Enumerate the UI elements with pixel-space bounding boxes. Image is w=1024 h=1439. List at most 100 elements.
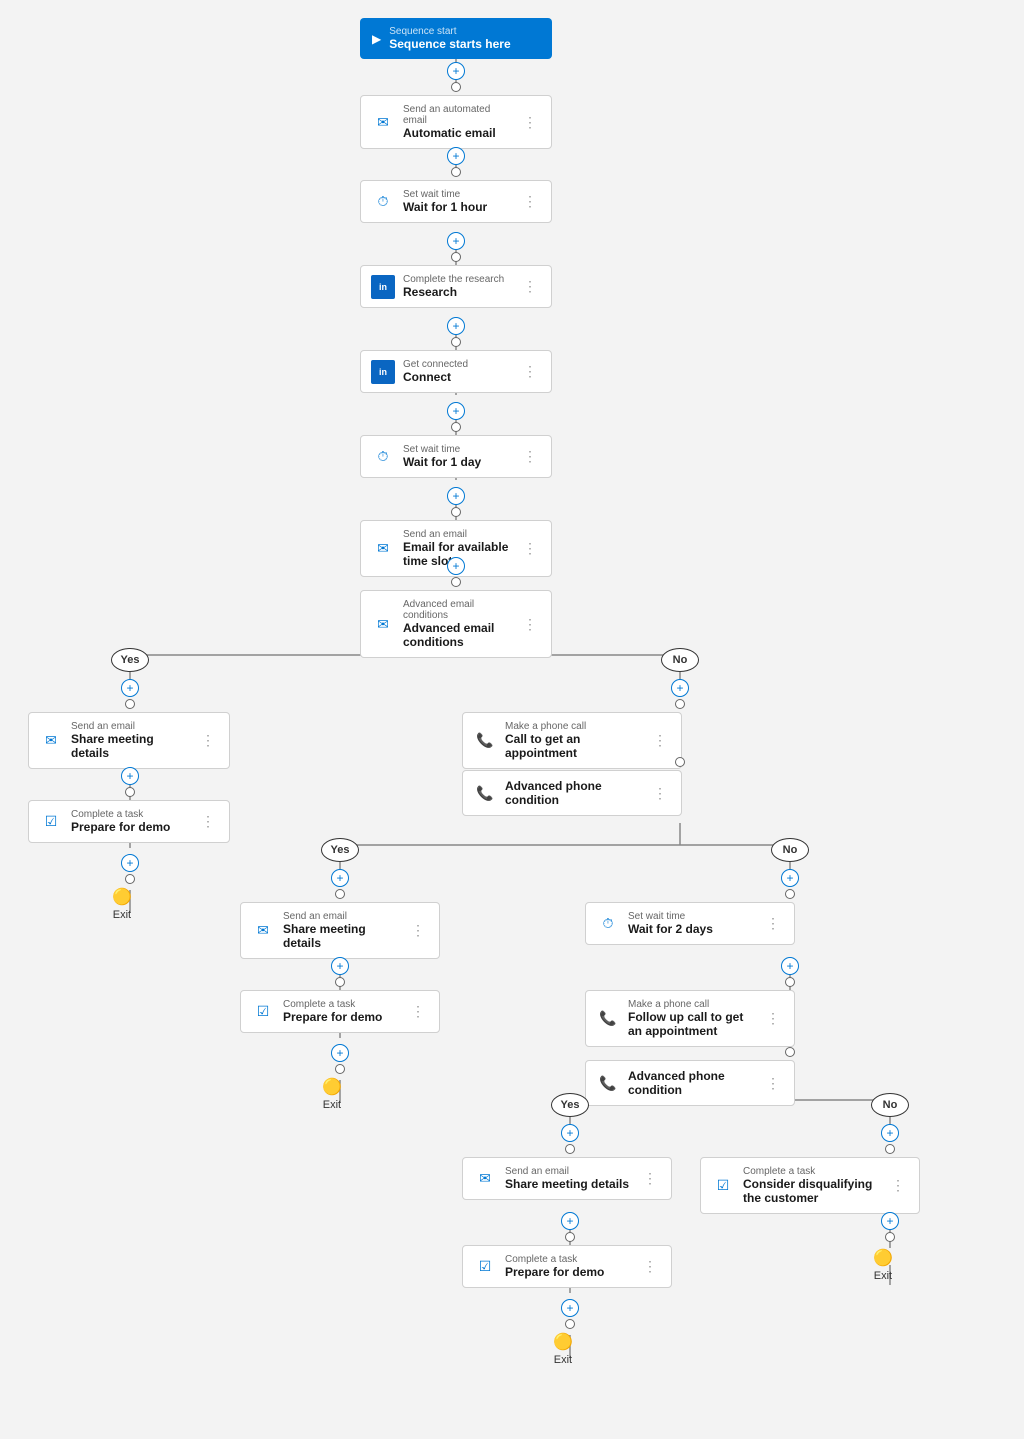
adv-phone-cond2-node: 📞 Advanced phone condition ⋮: [585, 1060, 795, 1106]
share-meeting-bottom-title: Share meeting details: [505, 1177, 631, 1191]
add-button-no-bottom[interactable]: +: [881, 1124, 899, 1142]
disqualify-menu[interactable]: ⋮: [887, 1175, 909, 1196]
add-button-4[interactable]: +: [447, 317, 465, 335]
share-meeting-bottom-label: Send an email: [505, 1166, 631, 1177]
exit-mid-node: 🟡 Exit: [322, 1077, 342, 1111]
adv-email-label: Advanced email conditions: [403, 599, 511, 621]
prepare-demo-left-node: ☑ Complete a task Prepare for demo ⋮: [28, 800, 230, 843]
wait-icon-2: ⏱: [371, 445, 395, 469]
connect-menu[interactable]: ⋮: [519, 361, 541, 382]
add-button-yes-left[interactable]: +: [121, 679, 139, 697]
add-button-yes-bottom[interactable]: +: [561, 1124, 579, 1142]
prepare-demo-mid-title: Prepare for demo: [283, 1010, 399, 1024]
wait-2d-title: Wait for 2 days: [628, 922, 754, 936]
add-button-exit-mid[interactable]: +: [331, 1044, 349, 1062]
circle-no-right: [675, 699, 685, 709]
share-meeting-mid-label: Send an email: [283, 911, 399, 922]
circle-yes-bottom-2: [565, 1232, 575, 1242]
share-meeting-left-node: ✉ Send an email Share meeting details ⋮: [28, 712, 230, 769]
share-meeting-mid-content: Send an email Share meeting details: [283, 911, 399, 950]
share-meeting-left-menu[interactable]: ⋮: [197, 730, 219, 751]
add-button-7[interactable]: +: [447, 557, 465, 575]
prepare-demo-bottom-title: Prepare for demo: [505, 1265, 631, 1279]
add-button-no-mid-2[interactable]: +: [781, 957, 799, 975]
add-button-exit-bottom-left[interactable]: +: [561, 1299, 579, 1317]
circle-yes-mid: [335, 889, 345, 899]
auto-email-menu[interactable]: ⋮: [519, 112, 541, 133]
circle-call-appt: [675, 757, 685, 767]
wait-2d-label: Set wait time: [628, 911, 754, 922]
call-appt-content: Make a phone call Call to get an appoint…: [505, 721, 641, 760]
add-button-5[interactable]: +: [447, 402, 465, 420]
prepare-demo-mid-content: Complete a task Prepare for demo: [283, 999, 399, 1024]
add-button-1[interactable]: +: [447, 62, 465, 80]
share-meeting-left-label: Send an email: [71, 721, 189, 732]
circle-yes-left: [125, 699, 135, 709]
exit-left-node: 🟡 Exit: [112, 887, 132, 921]
phone-icon-1: 📞: [473, 729, 497, 753]
add-button-exit-left[interactable]: +: [121, 854, 139, 872]
research-menu[interactable]: ⋮: [519, 276, 541, 297]
circle-no-mid: [785, 889, 795, 899]
disqualify-title: Consider disqualifying the customer: [743, 1177, 879, 1205]
add-button-yes-mid-2[interactable]: +: [331, 957, 349, 975]
prepare-demo-mid-label: Complete a task: [283, 999, 399, 1010]
adv-email-menu[interactable]: ⋮: [519, 614, 541, 635]
email-timeslots-menu[interactable]: ⋮: [519, 538, 541, 559]
wait-1h-node: ⏱ Set wait time Wait for 1 hour ⋮: [360, 180, 552, 223]
prepare-demo-bottom-label: Complete a task: [505, 1254, 631, 1265]
linkedin-icon-1: in: [371, 275, 395, 299]
circle-4: [451, 337, 461, 347]
disqualify-node: ☑ Complete a task Consider disqualifying…: [700, 1157, 920, 1214]
connect-title: Connect: [403, 370, 511, 384]
share-meeting-left-title: Share meeting details: [71, 732, 189, 760]
adv-phone-cond1-menu[interactable]: ⋮: [649, 783, 671, 804]
prepare-demo-mid-node: ☑ Complete a task Prepare for demo ⋮: [240, 990, 440, 1033]
circle-no-bottom-2: [885, 1232, 895, 1242]
research-node: in Complete the research Research ⋮: [360, 265, 552, 308]
followup-call-content: Make a phone call Follow up call to get …: [628, 999, 754, 1038]
wait-1h-menu[interactable]: ⋮: [519, 191, 541, 212]
call-appt-label: Make a phone call: [505, 721, 641, 732]
sequence-start-node: ▶ Sequence start Sequence starts here: [360, 18, 552, 59]
share-meeting-bottom-menu[interactable]: ⋮: [639, 1168, 661, 1189]
circle-exit-mid: [335, 1064, 345, 1074]
flow-canvas: ▶ Sequence start Sequence starts here + …: [0, 0, 1024, 1439]
no-oval-right: No: [661, 648, 699, 672]
add-button-yes-left-2[interactable]: +: [121, 767, 139, 785]
adv-phone-cond2-menu[interactable]: ⋮: [762, 1073, 784, 1094]
add-button-no-right[interactable]: +: [671, 679, 689, 697]
research-content: Complete the research Research: [403, 274, 511, 299]
prepare-demo-left-label: Complete a task: [71, 809, 189, 820]
call-appt-menu[interactable]: ⋮: [649, 730, 671, 751]
add-button-no-mid[interactable]: +: [781, 869, 799, 887]
call-appt-node: 📞 Make a phone call Call to get an appoi…: [462, 712, 682, 769]
wait-2d-menu[interactable]: ⋮: [762, 913, 784, 934]
add-button-6[interactable]: +: [447, 487, 465, 505]
followup-call-menu[interactable]: ⋮: [762, 1008, 784, 1029]
prepare-demo-left-menu[interactable]: ⋮: [197, 811, 219, 832]
share-meeting-mid-menu[interactable]: ⋮: [407, 920, 429, 941]
adv-phone-cond2-title: Advanced phone condition: [628, 1069, 754, 1097]
wait-1d-node: ⏱ Set wait time Wait for 1 day ⋮: [360, 435, 552, 478]
add-button-yes-bottom-2[interactable]: +: [561, 1212, 579, 1230]
auto-email-title: Automatic email: [403, 126, 511, 140]
add-button-3[interactable]: +: [447, 232, 465, 250]
add-button-no-bottom-2[interactable]: +: [881, 1212, 899, 1230]
adv-email-title: Advanced email conditions: [403, 621, 511, 649]
adv-phone-cond1-node: 📞 Advanced phone condition ⋮: [462, 770, 682, 816]
task-icon-2: ☑: [251, 1000, 275, 1024]
add-button-2[interactable]: +: [447, 147, 465, 165]
add-button-yes-mid[interactable]: +: [331, 869, 349, 887]
prepare-demo-bottom-node: ☑ Complete a task Prepare for demo ⋮: [462, 1245, 672, 1288]
wait-1h-title: Wait for 1 hour: [403, 200, 511, 214]
prepare-demo-bottom-menu[interactable]: ⋮: [639, 1256, 661, 1277]
wait-1d-menu[interactable]: ⋮: [519, 446, 541, 467]
disqualify-content: Complete a task Consider disqualifying t…: [743, 1166, 879, 1205]
yes-oval-left: Yes: [111, 648, 149, 672]
email-icon-3: ✉: [39, 729, 63, 753]
followup-call-label: Make a phone call: [628, 999, 754, 1010]
email-icon-4: ✉: [251, 919, 275, 943]
prepare-demo-mid-menu[interactable]: ⋮: [407, 1001, 429, 1022]
phone-icon-4: 📞: [596, 1071, 620, 1095]
